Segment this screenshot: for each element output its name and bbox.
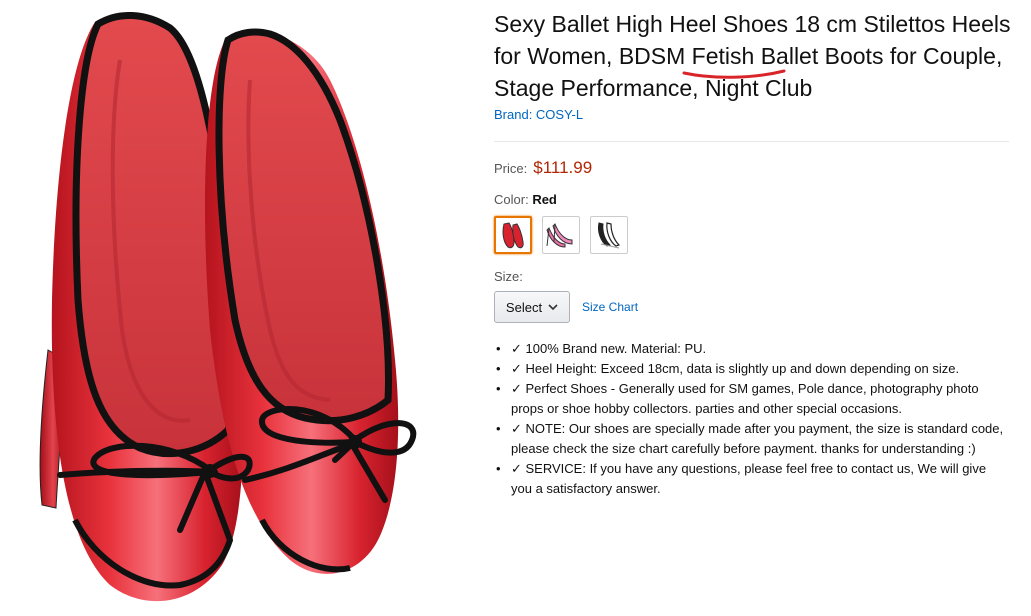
list-item: ✓ Perfect Shoes - Generally used for SM … [494, 379, 1009, 419]
size-chart-link[interactable]: Size Chart [582, 300, 638, 314]
pink-shoe-thumbnail-icon [546, 223, 573, 248]
divider [494, 141, 1009, 142]
list-item: ✓ 100% Brand new. Material: PU. [494, 339, 1009, 359]
swatch-black-white[interactable] [590, 216, 628, 254]
price-label: Price: [494, 161, 528, 176]
size-row: Select Size Chart [494, 291, 1014, 323]
red-shoe-thumbnail-icon [502, 222, 524, 249]
brand-link[interactable]: Brand: COSY-L [494, 107, 583, 122]
list-item: ✓ SERVICE: If you have any questions, pl… [494, 459, 1009, 499]
price-row: Price: $111.99 [494, 158, 1014, 178]
swatch-red[interactable] [494, 216, 532, 254]
product-title: Sexy Ballet High Heel Shoes 18 cm Stilet… [494, 11, 1011, 101]
size-select-dropdown[interactable]: Select [494, 291, 570, 323]
size-label: Size: [494, 269, 523, 284]
black-white-shoe-thumbnail-icon [598, 222, 621, 249]
ballet-heels-image [39, 11, 417, 602]
color-row: Color: Red [494, 192, 1014, 207]
red-underline-annotation [682, 69, 786, 79]
product-details: Sexy Ballet High Heel Shoes 18 cm Stilet… [494, 8, 1014, 499]
color-value: Red [532, 192, 557, 207]
list-item: ✓ Heel Height: Exceed 18cm, data is slig… [494, 359, 1009, 379]
color-label: Color: [494, 192, 529, 207]
swatch-pink[interactable] [542, 216, 580, 254]
color-swatches [494, 216, 1014, 254]
size-select-label: Select [505, 299, 543, 315]
chevron-down-icon [548, 303, 558, 310]
list-item: ✓ NOTE: Our shoes are specially made aft… [494, 419, 1009, 459]
product-image[interactable] [0, 0, 470, 616]
price-value: $111.99 [533, 158, 593, 177]
feature-bullets: ✓ 100% Brand new. Material: PU. ✓ Heel H… [494, 339, 1009, 499]
